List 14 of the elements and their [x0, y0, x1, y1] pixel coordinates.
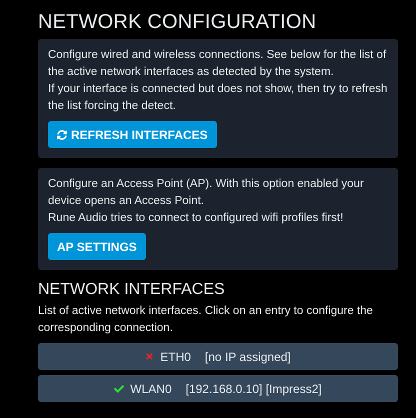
interface-details: [192.168.0.10] [Impress2]: [186, 380, 322, 398]
panel-text: Configure wired and wireless connections. See below for the list of the active network interfaces as detected by the system.: [48, 48, 388, 80]
section-title: NETWORK INTERFACES: [38, 280, 226, 300]
page-title: NETWORK CONFIGURATION: [38, 10, 318, 34]
interface-name: ETH0: [160, 348, 191, 366]
refresh-icon: [57, 130, 67, 140]
panel-text: If your interface is connected but does not show, then try to refresh the list forcing the detect.: [48, 82, 388, 114]
panel-text: Rune Audio tries to connect to configured wifi profiles first!: [48, 211, 344, 226]
section-description: List of active network interfaces. Click on an entry to configure the corresponding connection.: [38, 304, 374, 336]
panel-text: Configure an Access Point (AP). With this option enabled your device opens an Access Point.: [48, 177, 365, 209]
interface-name: WLAN0: [130, 380, 172, 398]
interface-details: [no IP assigned]: [204, 348, 291, 366]
interface-row[interactable]: WLAN0 [192.168.0.10] [Impress2]: [38, 375, 398, 402]
interface-row[interactable]: ETH0 [no IP assigned]: [38, 343, 398, 370]
